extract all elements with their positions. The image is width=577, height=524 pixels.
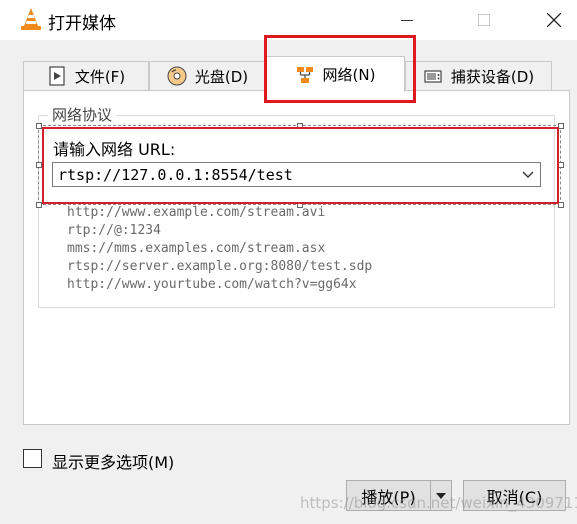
chevron-down-icon bbox=[522, 171, 534, 178]
watermark: https://blog.csdn.net/weixin_43097118 bbox=[300, 494, 577, 512]
show-more-options-checkbox[interactable] bbox=[23, 449, 42, 468]
tab-disc[interactable]: 光盘(D) bbox=[149, 61, 266, 90]
tab-capture-device[interactable]: 捕获设备(D) bbox=[405, 61, 552, 90]
close-button[interactable] bbox=[531, 0, 577, 40]
url-label: 请输入网络 URL: bbox=[53, 140, 176, 159]
group-title: 网络协议 bbox=[48, 104, 117, 125]
url-input[interactable]: rtsp://127.0.0.1:8554/test bbox=[53, 166, 516, 184]
network-tab-highlight bbox=[264, 35, 416, 103]
tab-capture-device-label: 捕获设备(D) bbox=[450, 67, 535, 86]
tab-file[interactable]: 文件(F) bbox=[23, 61, 149, 90]
url-combobox[interactable]: rtsp://127.0.0.1:8554/test bbox=[52, 162, 541, 187]
file-play-icon bbox=[49, 66, 65, 86]
maximize-button bbox=[461, 0, 507, 40]
close-icon bbox=[547, 13, 561, 27]
tab-file-label: 文件(F) bbox=[74, 67, 126, 86]
tab-disc-label: 光盘(D) bbox=[194, 67, 249, 86]
vlc-cone-icon bbox=[21, 8, 41, 30]
minimize-icon bbox=[401, 19, 413, 21]
dropdown-button[interactable] bbox=[516, 171, 540, 179]
title-bar: 打开媒体 bbox=[0, 0, 577, 40]
window-title: 打开媒体 bbox=[48, 14, 116, 34]
example-line: rtsp://server.example.org:8080/test.sdp bbox=[67, 259, 373, 274]
minimize-button[interactable] bbox=[384, 0, 430, 40]
open-media-dialog: 打开媒体 文件(F) 光盘(D) 网络(N) 捕获设备(D) 网络协议 请输入网… bbox=[0, 0, 577, 524]
disc-icon bbox=[167, 66, 187, 86]
capture-device-icon bbox=[424, 70, 442, 83]
maximize-icon bbox=[478, 14, 490, 26]
show-more-options-label[interactable]: 显示更多选项(M) bbox=[52, 449, 174, 473]
url-examples: http://www.example.com/stream.avi rtp://… bbox=[67, 204, 372, 294]
example-line: http://www.example.com/stream.avi bbox=[67, 205, 326, 220]
example-line: http://www.yourtube.com/watch?v=gg64x bbox=[67, 277, 357, 292]
example-line: mms://mms.examples.com/stream.asx bbox=[67, 241, 326, 256]
example-line: rtp://@:1234 bbox=[67, 223, 161, 238]
